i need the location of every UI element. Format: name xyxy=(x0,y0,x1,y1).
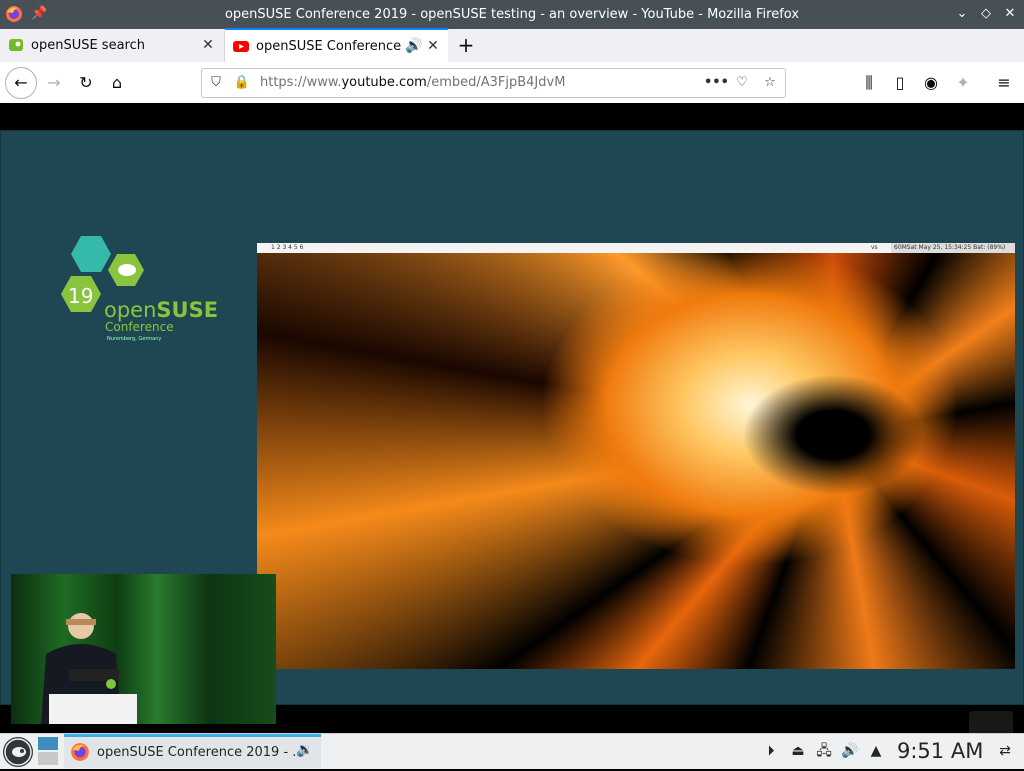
sidebar-icon[interactable]: ▯ xyxy=(886,69,914,97)
new-tab-button[interactable]: + xyxy=(454,29,478,62)
url-bar[interactable]: ⛉ 🔒 https://www.youtube.com/embed/A3FjpB… xyxy=(201,68,786,98)
bookmark-star-icon[interactable]: ☆ xyxy=(760,73,780,93)
svg-text:19: 19 xyxy=(68,284,93,308)
tracking-shield-icon[interactable]: ⛉ xyxy=(206,73,226,93)
url-text[interactable]: https://www.youtube.com/embed/A3FjpB4Jdv… xyxy=(260,69,565,97)
logo-conference: Conference xyxy=(105,320,174,334)
panel-settings-icon[interactable]: ⇄ xyxy=(996,742,1014,760)
video-frame[interactable]: 19 openSUSE Conference Nuremberg, German… xyxy=(0,130,1024,747)
page-actions-icon[interactable]: ••• xyxy=(704,73,729,93)
desktop-statusbar: 1 2 3 4 5 6 vs 60MSat May 25, 15:34:25 B… xyxy=(257,243,1015,253)
network-icon[interactable]: 🖧 xyxy=(815,742,833,760)
clock[interactable]: 9:51 AM xyxy=(897,734,983,768)
nav-toolbar: ← → ↻ ⌂ ⛉ 🔒 https://www.youtube.com/embe… xyxy=(0,62,1024,104)
close-window-icon[interactable]: ✕ xyxy=(1000,4,1020,24)
home-button[interactable]: ⌂ xyxy=(103,69,131,97)
tab-label: openSUSE search xyxy=(31,38,145,53)
speaker-camera xyxy=(11,574,276,724)
logo-wordmark: openSUSE xyxy=(104,298,219,322)
virtual-desktop-pager[interactable] xyxy=(38,737,58,765)
tab-opensuse-search[interactable]: openSUSE search ✕ xyxy=(0,29,225,62)
tab-youtube-video[interactable]: openSUSE Conference 2 🔊 ✕ xyxy=(225,28,448,63)
speaker-icon[interactable]: 🔊 xyxy=(405,38,422,54)
tab-close-icon[interactable]: ✕ xyxy=(425,38,441,54)
tab-label: openSUSE Conference 2 xyxy=(256,39,406,54)
opensuse-favicon-icon xyxy=(9,39,23,51)
forward-button[interactable]: → xyxy=(40,69,68,97)
taskbar-firefox-task[interactable]: openSUSE Conference 2019 - ... 🔉 xyxy=(64,734,321,768)
desktop-2[interactable] xyxy=(38,752,58,765)
speaker-icon[interactable]: 🔉 xyxy=(296,742,313,758)
pocket-icon[interactable]: ♡ xyxy=(732,73,752,93)
system-taskbar: openSUSE Conference 2019 - ... 🔉 ⏵ ⏏ 🖧 🔊… xyxy=(0,733,1024,769)
account-icon[interactable]: ◉ xyxy=(917,69,945,97)
logo-location: Nuremberg, Germany xyxy=(107,336,162,342)
video-viewport[interactable]: 19 openSUSE Conference Nuremberg, German… xyxy=(0,103,1024,747)
reload-button[interactable]: ↻ xyxy=(72,69,100,97)
library-icon[interactable]: ⫼ xyxy=(855,69,883,97)
shared-screen: 1 2 3 4 5 6 vs 60MSat May 25, 15:34:25 B… xyxy=(257,243,1015,669)
maximize-icon[interactable]: ◇ xyxy=(976,4,996,24)
window-title: openSUSE Conference 2019 - openSUSE test… xyxy=(224,7,800,22)
minimize-icon[interactable]: ⌄ xyxy=(952,4,972,24)
usb-device-icon[interactable]: ⏏ xyxy=(789,742,807,760)
firefox-icon xyxy=(71,743,89,761)
tab-strip: openSUSE search ✕ openSUSE Conference 2 … xyxy=(0,28,1024,63)
extension-icon[interactable]: ✦ xyxy=(949,69,977,97)
application-launcher-icon[interactable] xyxy=(3,737,33,767)
tab-close-icon[interactable]: ✕ xyxy=(200,37,216,53)
task-label: openSUSE Conference 2019 - ... xyxy=(97,745,305,760)
window-titlebar: 📌 openSUSE Conference 2019 - openSUSE te… xyxy=(0,0,1024,29)
media-player-icon[interactable]: ⏵ xyxy=(762,742,780,760)
desktop-1[interactable] xyxy=(38,737,58,750)
hamburger-menu-icon[interactable]: ≡ xyxy=(990,69,1018,97)
back-button[interactable]: ← xyxy=(5,67,37,99)
youtube-favicon-icon xyxy=(233,41,249,52)
lock-icon[interactable]: 🔒 xyxy=(232,73,252,93)
volume-icon[interactable]: 🔊 xyxy=(841,742,859,760)
opensuse-conference-logo: 19 openSUSE Conference Nuremberg, German… xyxy=(59,236,218,342)
expand-tray-icon[interactable]: ▲ xyxy=(867,742,885,760)
